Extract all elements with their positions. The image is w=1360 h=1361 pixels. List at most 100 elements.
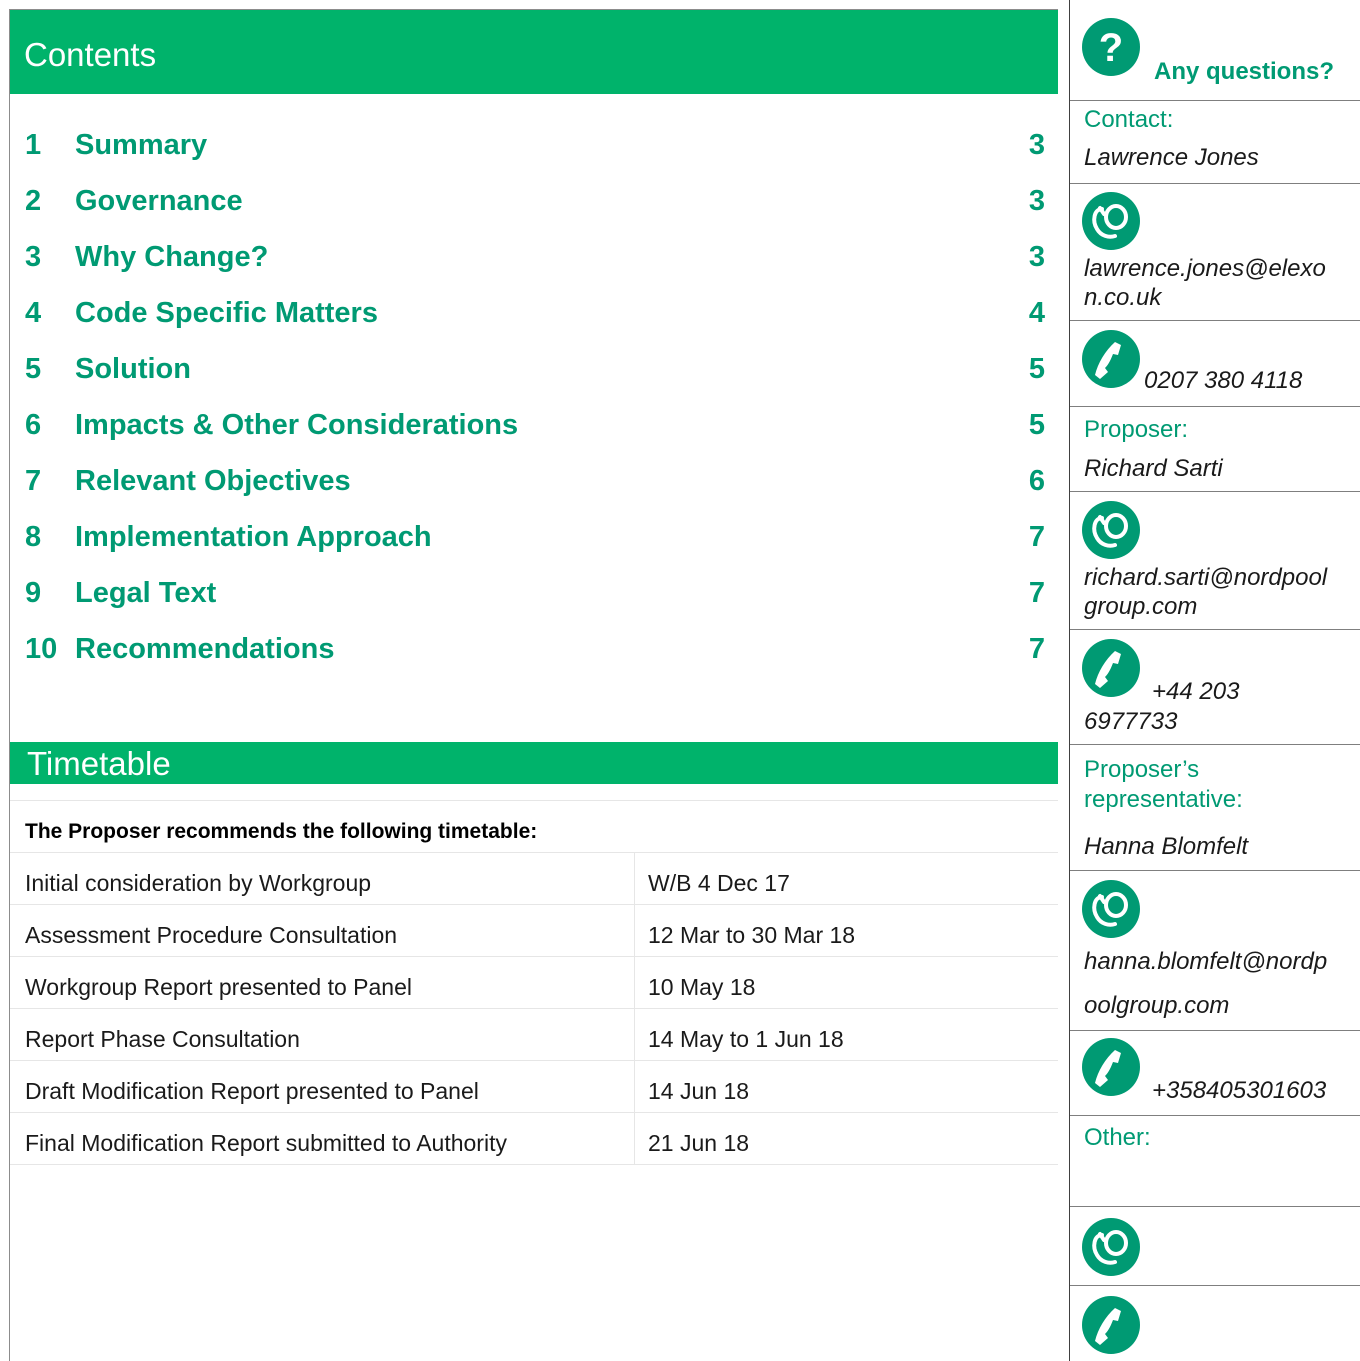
- timetable-date: 14 May to 1 Jun 18: [648, 1026, 844, 1052]
- proposer-email-line-2[interactable]: group.com: [1084, 593, 1197, 621]
- email-icon: [1082, 880, 1140, 938]
- table-bottom-border: [10, 1164, 1058, 1165]
- toc-title[interactable]: Solution: [75, 353, 191, 386]
- toc-number: 3: [25, 241, 42, 273]
- contact-sidebar: ? Any questions? Contact: Lawrence Jones…: [1070, 0, 1360, 1361]
- toc-item-governance[interactable]: 2 Governance 3: [25, 185, 1045, 225]
- sidebar-divider-line: [1070, 744, 1360, 745]
- table-row: Report Phase Consultation 14 May to 1 Ju…: [10, 1008, 1058, 1061]
- toc-title[interactable]: Governance: [75, 185, 243, 218]
- timetable-stage: Initial consideration by Workgroup: [25, 870, 372, 896]
- column-divider: [634, 853, 635, 905]
- representative-label-line-2: representative:: [1084, 786, 1243, 813]
- toc-item-relevant-objectives[interactable]: 7 Relevant Objectives 6: [25, 465, 1045, 505]
- toc-title[interactable]: Summary: [75, 129, 207, 162]
- toc-number: 2: [25, 185, 42, 217]
- proposer-email-line-1[interactable]: richard.sarti@nordpool: [1084, 564, 1327, 592]
- other-label: Other:: [1084, 1124, 1151, 1151]
- phone-icon: [1082, 330, 1140, 388]
- column-divider: [634, 1061, 635, 1113]
- contents-header: Contents: [10, 10, 1058, 94]
- toc-title[interactable]: Code Specific Matters: [75, 297, 378, 330]
- sidebar-divider-line: [1070, 1115, 1360, 1116]
- toc-number: 10: [25, 633, 58, 665]
- timetable-date: 21 Jun 18: [648, 1130, 750, 1156]
- timetable-header: Timetable: [10, 742, 1058, 784]
- contact-email-line-1[interactable]: lawrence.jones@elexo: [1084, 255, 1326, 283]
- toc-number: 9: [25, 577, 42, 609]
- toc-item-code-specific-matters[interactable]: 4 Code Specific Matters 4: [25, 297, 1045, 337]
- toc-page: 3: [1028, 185, 1045, 217]
- sidebar-divider-line: [1070, 1206, 1360, 1207]
- table-row: Assessment Procedure Consultation 12 Mar…: [10, 904, 1058, 957]
- timetable-intro-text: The Proposer recommends the following ti…: [25, 820, 538, 843]
- toc-page: 7: [1028, 577, 1045, 609]
- email-icon: [1082, 501, 1140, 559]
- contact-email-line-2[interactable]: n.co.uk: [1084, 284, 1161, 312]
- representative-email-line-2[interactable]: oolgroup.com: [1084, 992, 1229, 1020]
- sidebar-divider-line: [1070, 183, 1360, 184]
- sidebar-divider-line: [1070, 406, 1360, 407]
- toc-page: 6: [1028, 465, 1045, 497]
- phone-icon: [1082, 1296, 1140, 1354]
- sidebar-divider-line: [1070, 1030, 1360, 1031]
- timetable-stage: Workgroup Report presented to Panel: [25, 974, 412, 1000]
- toc-title[interactable]: Legal Text: [75, 577, 216, 610]
- toc-page: 3: [1028, 129, 1045, 161]
- phone-icon: [1082, 639, 1140, 697]
- column-divider: [634, 957, 635, 1009]
- toc-page: 4: [1028, 297, 1045, 329]
- toc-number: 1: [25, 129, 42, 161]
- sidebar-divider-line: [1070, 491, 1360, 492]
- contact-phone: 0207 380 4118: [1144, 367, 1303, 394]
- sidebar-divider-line: [1070, 100, 1360, 101]
- representative-email-line-1[interactable]: hanna.blomfelt@nordp: [1084, 948, 1327, 976]
- timetable-stage: Assessment Procedure Consultation: [25, 922, 398, 948]
- toc-page: 7: [1028, 521, 1045, 553]
- toc-item-recommendations[interactable]: 10 Recommendations 7: [25, 633, 1045, 673]
- sidebar-divider-line: [1070, 870, 1360, 871]
- toc-item-solution[interactable]: 5 Solution 5: [25, 353, 1045, 393]
- timetable-date: W/B 4 Dec 17: [648, 870, 790, 896]
- timetable-date: 14 Jun 18: [648, 1078, 750, 1104]
- toc-title[interactable]: Impacts & Other Considerations: [75, 409, 518, 442]
- table-row: Final Modification Report submitted to A…: [10, 1112, 1058, 1165]
- timetable-stage: Draft Modification Report presented to P…: [25, 1078, 479, 1104]
- toc-title[interactable]: Recommendations: [75, 633, 334, 666]
- toc-number: 8: [25, 521, 42, 553]
- toc-number: 6: [25, 409, 42, 441]
- toc-number: 7: [25, 465, 42, 497]
- toc-item-summary[interactable]: 1 Summary 3: [25, 129, 1045, 169]
- phone-icon: [1082, 1038, 1140, 1096]
- column-divider: [634, 905, 635, 957]
- timetable-stage: Final Modification Report submitted to A…: [25, 1130, 507, 1156]
- timetable-date: 10 May 18: [648, 974, 756, 1000]
- email-icon: [1082, 1218, 1140, 1276]
- timetable-date: 12 Mar to 30 Mar 18: [648, 922, 856, 948]
- proposer-phone-line-2: 6977733: [1084, 708, 1178, 735]
- toc-item-why-change[interactable]: 3 Why Change? 3: [25, 241, 1045, 281]
- contact-name: Lawrence Jones: [1084, 144, 1259, 171]
- toc-page: 3: [1028, 241, 1045, 273]
- toc-page: 5: [1028, 353, 1045, 385]
- toc-title[interactable]: Implementation Approach: [75, 521, 432, 554]
- toc-item-legal-text[interactable]: 9 Legal Text 7: [25, 577, 1045, 617]
- toc-item-impacts[interactable]: 6 Impacts & Other Considerations 5: [25, 409, 1045, 449]
- sidebar-divider-line: [1070, 1285, 1360, 1286]
- toc-number: 5: [25, 353, 42, 385]
- proposer-phone-line-1: +44 203: [1152, 678, 1240, 705]
- representative-name: Hanna Blomfelt: [1084, 833, 1249, 860]
- timetable-stage: Report Phase Consultation: [25, 1026, 300, 1052]
- any-questions-heading: Any questions?: [1154, 58, 1335, 85]
- sidebar-divider-line: [1070, 629, 1360, 630]
- toc-title[interactable]: Relevant Objectives: [75, 465, 351, 498]
- toc-item-implementation-approach[interactable]: 8 Implementation Approach 7: [25, 521, 1045, 561]
- svg-text:?: ?: [1099, 26, 1123, 70]
- toc-title[interactable]: Why Change?: [75, 241, 268, 274]
- table-row: Initial consideration by Workgroup W/B 4…: [10, 852, 1058, 905]
- toc-page: 7: [1028, 633, 1045, 665]
- email-icon: [1082, 192, 1140, 250]
- table-row: Workgroup Report presented to Panel 10 M…: [10, 956, 1058, 1009]
- contact-label: Contact:: [1084, 106, 1174, 133]
- timetable-heading: Timetable: [27, 745, 171, 782]
